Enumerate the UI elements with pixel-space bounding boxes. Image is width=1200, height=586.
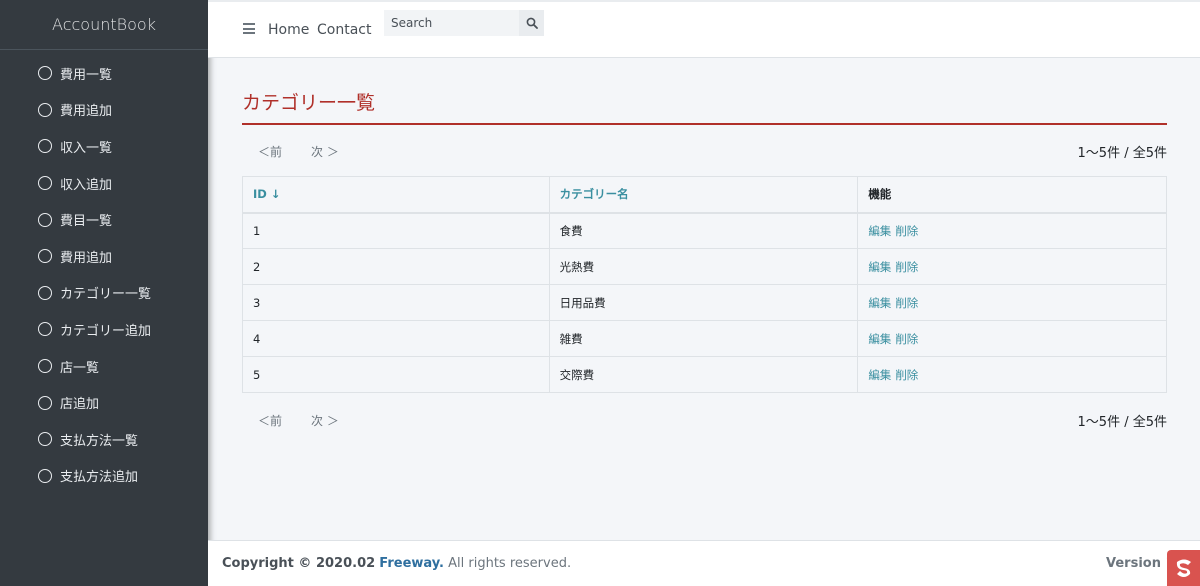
delete-link[interactable]: 削除: [895, 368, 918, 382]
sidebar-item-category-list[interactable]: カテゴリー一覧: [0, 275, 208, 312]
table-row: 2 光熱費 編集 削除: [242, 248, 1167, 285]
cell-id: 2: [242, 248, 550, 285]
delete-link[interactable]: 削除: [895, 332, 918, 346]
company-link[interactable]: Freeway.: [379, 556, 444, 571]
sidebar-item-label: 店一覧: [60, 360, 100, 376]
cell-name: 交際費: [548, 356, 859, 393]
cell-actions: 編集 削除: [857, 356, 1167, 393]
sort-by-id-header[interactable]: ID ↓: [242, 176, 550, 214]
brand-link[interactable]: AccountBook: [0, 0, 208, 50]
sidebar-item-label: 費用追加: [60, 104, 113, 120]
sidebar-item-label: カテゴリー追加: [60, 323, 152, 339]
cell-name: 雑費: [548, 320, 859, 357]
sidebar-nav: 費用一覧 費用追加 収入一覧 収入追加 費目一覧 費用追加 カテゴリー一覧 カテ…: [0, 50, 208, 494]
sidebar-item-income-list[interactable]: 収入一覧: [0, 128, 208, 165]
footer: Copyright © 2020.02 Freeway. All rights …: [208, 540, 1200, 586]
sidebar-item-category-add[interactable]: カテゴリー追加: [0, 311, 208, 348]
cell-id: 4: [242, 320, 550, 357]
delete-link[interactable]: 削除: [895, 224, 918, 238]
sidebar-item-label: 費目一覧: [60, 214, 113, 230]
search-button[interactable]: [519, 10, 544, 36]
sidebar-item-expense-list[interactable]: 費用一覧: [0, 55, 208, 92]
search-input[interactable]: [384, 10, 519, 36]
sidebar: AccountBook 費用一覧 費用追加 収入一覧 収入追加 費目一覧 費用追…: [0, 0, 208, 586]
circle-icon: [38, 395, 52, 410]
delete-link[interactable]: 削除: [895, 260, 918, 274]
edit-link[interactable]: 編集: [868, 224, 891, 238]
category-table: ID ↓ カテゴリー名 機能 1 食費 編集 削除 2 光熱費 編集 削除 3 日用…: [242, 176, 1167, 393]
sidebar-item-item-list[interactable]: 費目一覧: [0, 201, 208, 238]
circle-icon: [38, 432, 52, 447]
sidebar-item-label: 支払方法追加: [60, 470, 139, 486]
sidebar-item-label: 費用追加: [60, 250, 113, 266]
sidebar-item-expense-add[interactable]: 費用追加: [0, 92, 208, 129]
prev-page-link[interactable]: ＜前: [258, 412, 282, 429]
sidebar-item-shop-list[interactable]: 店一覧: [0, 348, 208, 385]
circle-icon: [38, 139, 52, 154]
edit-link[interactable]: 編集: [868, 332, 891, 346]
sort-by-name-header[interactable]: カテゴリー名: [548, 176, 859, 214]
sidebar-item-income-add[interactable]: 収入追加: [0, 165, 208, 202]
cell-name: 日用品費: [548, 284, 859, 321]
table-header-row: ID ↓ カテゴリー名 機能: [242, 176, 1167, 214]
main-content: カテゴリー一覧 ＜前 次 ＞ 1〜5件 / 全5件 ID ↓ カテゴリー名 機能…: [242, 58, 1167, 432]
circle-icon: [38, 285, 52, 300]
contact-link[interactable]: Contact: [317, 22, 371, 38]
edit-link[interactable]: 編集: [868, 368, 891, 382]
cell-actions: 編集 削除: [857, 248, 1167, 285]
sidebar-item-label: 費用一覧: [60, 67, 113, 83]
copyright: Copyright © 2020.02 Freeway. All rights …: [222, 556, 571, 571]
search-form: [384, 10, 544, 36]
sidebar-item-label: 収入追加: [60, 177, 113, 193]
pagination-top: ＜前 次 ＞ 1〜5件 / 全5件: [242, 139, 1167, 163]
table-row: 3 日用品費 編集 削除: [242, 284, 1167, 321]
table-row: 1 食費 編集 削除: [242, 212, 1167, 249]
circle-icon: [38, 102, 52, 117]
circle-icon: [38, 249, 52, 264]
search-icon: [526, 17, 538, 29]
edit-link[interactable]: 編集: [868, 260, 891, 274]
cell-id: 1: [242, 212, 550, 249]
sidebar-item-payment-list[interactable]: 支払方法一覧: [0, 421, 208, 458]
cell-id: 3: [242, 284, 550, 321]
page-title: カテゴリー一覧: [242, 88, 1167, 125]
cell-actions: 編集 削除: [857, 212, 1167, 249]
sidebar-item-label: 店追加: [60, 397, 100, 413]
result-count: 1〜5件 / 全5件: [1077, 414, 1167, 430]
table-row: 5 交際費 編集 削除: [242, 356, 1167, 393]
cell-name: 光熱費: [548, 248, 859, 285]
copyright-text: Copyright © 2020.02: [222, 556, 376, 571]
edit-link[interactable]: 編集: [868, 296, 891, 310]
next-page-link[interactable]: 次 ＞: [311, 412, 339, 429]
circle-icon: [38, 468, 52, 483]
cell-name: 食費: [548, 212, 859, 249]
actions-header: 機能: [857, 176, 1167, 214]
cell-actions: 編集 削除: [857, 320, 1167, 357]
table-row: 4 雑費 編集 削除: [242, 320, 1167, 357]
next-page-link[interactable]: 次 ＞: [311, 143, 339, 160]
sidebar-item-item-add[interactable]: 費用追加: [0, 238, 208, 275]
circle-icon: [38, 359, 52, 374]
circle-icon: [38, 322, 52, 337]
logo-icon: [1176, 559, 1191, 577]
prev-page-link[interactable]: ＜前: [258, 143, 282, 160]
pagination-bottom: ＜前 次 ＞ 1〜5件 / 全5件: [242, 408, 1167, 432]
circle-icon: [38, 212, 52, 227]
delete-link[interactable]: 削除: [895, 296, 918, 310]
circle-icon: [38, 66, 52, 81]
sidebar-item-shop-add[interactable]: 店追加: [0, 384, 208, 421]
result-count: 1〜5件 / 全5件: [1077, 145, 1167, 161]
sidebar-item-label: カテゴリー一覧: [60, 287, 152, 303]
rights-text: All rights reserved.: [448, 556, 572, 571]
cell-actions: 編集 削除: [857, 284, 1167, 321]
top-navbar: Home Contact: [208, 0, 1200, 58]
sidebar-item-payment-add[interactable]: 支払方法追加: [0, 458, 208, 495]
circle-icon: [38, 176, 52, 191]
sidebar-item-label: 収入一覧: [60, 140, 113, 156]
cell-id: 5: [242, 356, 550, 393]
home-link[interactable]: Home: [268, 22, 309, 38]
app-badge-icon[interactable]: [1167, 550, 1200, 586]
menu-icon[interactable]: [243, 23, 255, 34]
sidebar-item-label: 支払方法一覧: [60, 433, 139, 449]
